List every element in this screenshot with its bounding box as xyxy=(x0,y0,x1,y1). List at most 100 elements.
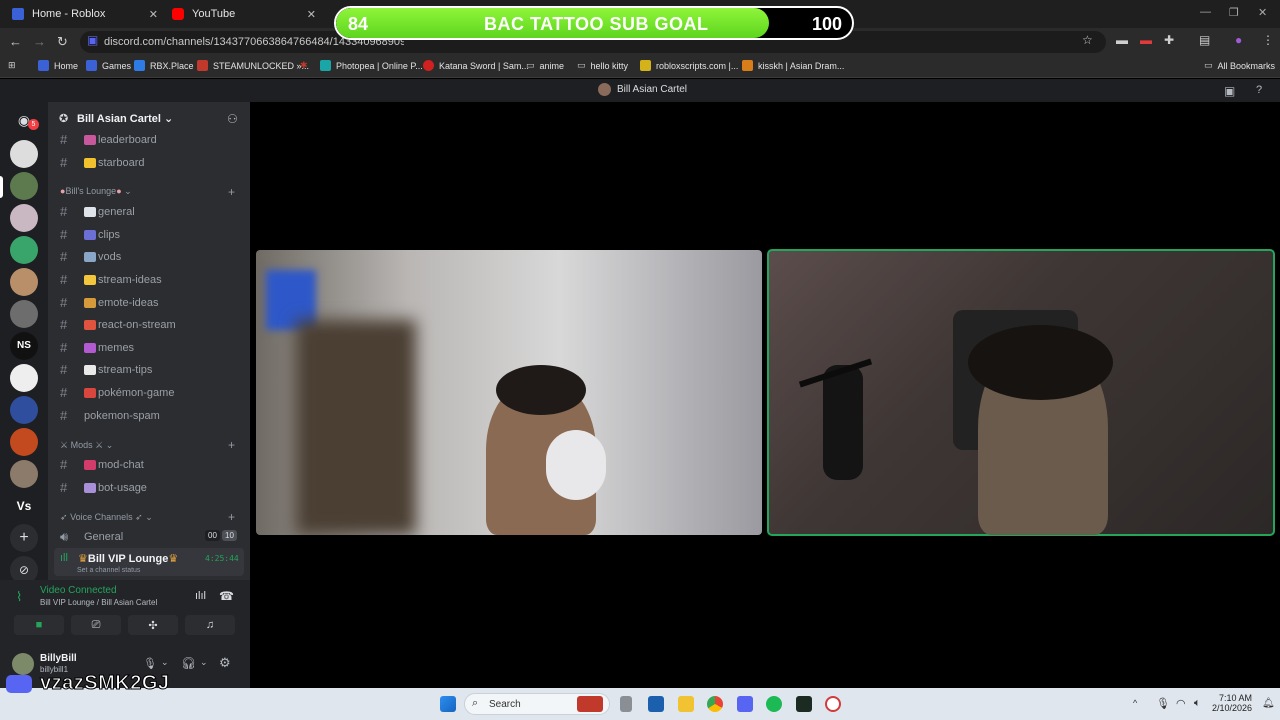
server-icon[interactable] xyxy=(10,268,38,296)
volume-icon[interactable]: 🔈︎ xyxy=(1194,697,1201,710)
bookmark-steamunlocked[interactable]: STEAMUNLOCKED »... xyxy=(197,60,309,71)
microphone-tray-icon[interactable]: 🎙︎ xyxy=(1156,697,1170,710)
create-channel-icon[interactable]: + xyxy=(228,510,235,524)
server-icon[interactable] xyxy=(10,460,38,488)
extension-red-icon[interactable]: ▬ xyxy=(1140,33,1152,47)
channel-emote-ideas[interactable]: # emote-ideas xyxy=(60,295,159,310)
settings-gear-icon[interactable]: ⚙ xyxy=(219,655,231,671)
close-tab-icon[interactable]: ✕ xyxy=(149,8,158,21)
taskbar-clock[interactable]: 7:10 AM 2/10/2026 xyxy=(1212,693,1252,713)
chevron-down-icon[interactable]: ⌄ xyxy=(200,657,208,668)
reading-list-icon[interactable]: ▤ xyxy=(1199,33,1210,47)
profile-avatar-icon[interactable]: ● xyxy=(1235,33,1242,47)
channel-pokemon-spam[interactable]: # pokemon-spam xyxy=(60,408,160,423)
bookmark-kisskh[interactable]: kisskh | Asian Dram... xyxy=(742,60,844,71)
server-icon[interactable] xyxy=(10,428,38,456)
chrome-icon[interactable] xyxy=(707,696,723,712)
server-icon[interactable] xyxy=(10,172,38,200)
activities-button[interactable]: ✣ xyxy=(128,615,178,635)
server-name[interactable]: Bill Asian Cartel ⌄ xyxy=(77,112,173,125)
apps-grid-icon[interactable]: ⊞ xyxy=(8,60,16,71)
close-tab-icon[interactable]: ✕ xyxy=(307,8,316,21)
invite-people-icon[interactable]: ⚇ xyxy=(227,112,238,126)
menu-icon[interactable]: ⋮ xyxy=(1262,33,1274,47)
screen-share-button[interactable]: ⎚ xyxy=(71,615,121,635)
channel-status-prompt[interactable]: Set a channel status xyxy=(77,567,140,574)
server-icon-ns[interactable]: NS xyxy=(10,332,38,360)
bookmark-star-icon[interactable]: ☆ xyxy=(1082,33,1093,47)
extensions-puzzle-icon[interactable]: ✚ xyxy=(1164,33,1174,47)
bookmark-games[interactable]: Games xyxy=(86,60,131,71)
windows-start-icon[interactable] xyxy=(440,696,456,712)
app-icon[interactable] xyxy=(796,696,812,712)
back-icon[interactable]: ← xyxy=(9,34,22,49)
bookmark-photopea[interactable]: Photopea | Online P... xyxy=(320,60,423,71)
video-tile-participant-1[interactable] xyxy=(256,250,762,535)
connection-status[interactable]: Video Connected xyxy=(40,585,117,596)
create-channel-icon[interactable]: + xyxy=(228,438,235,452)
restore-icon[interactable]: ❐ xyxy=(1229,6,1239,19)
server-icon[interactable] xyxy=(10,204,38,232)
category-voice-channels[interactable]: ➶ Voice Channels ➶ ⌄ xyxy=(60,512,153,523)
server-icon[interactable] xyxy=(10,364,38,392)
server-icon[interactable] xyxy=(10,236,38,264)
file-explorer-icon[interactable] xyxy=(678,696,694,712)
bookmark-rbxplace[interactable]: RBX.Place xyxy=(134,60,194,71)
opera-icon[interactable] xyxy=(825,696,841,712)
microsoft-store-icon[interactable] xyxy=(648,696,664,712)
microphone-icon[interactable]: 🎙︎ xyxy=(143,657,157,670)
channel-react-on-stream[interactable]: # react-on-stream xyxy=(60,317,176,332)
discord-taskbar-icon[interactable] xyxy=(737,696,753,712)
channel-mod-chat[interactable]: # mod-chat xyxy=(60,457,144,472)
chevron-down-icon[interactable]: ⌄ xyxy=(161,657,169,668)
chevron-up-icon[interactable]: ^ xyxy=(1133,698,1137,708)
headphones-icon[interactable]: 🎧︎ xyxy=(181,656,196,670)
channel-stream-ideas[interactable]: # stream-ideas xyxy=(60,272,162,287)
disconnect-icon[interactable]: ☎ xyxy=(219,589,234,603)
task-view-icon[interactable] xyxy=(620,696,632,712)
help-icon[interactable]: ? xyxy=(1256,84,1262,96)
server-icon[interactable] xyxy=(10,300,38,328)
forward-icon[interactable]: → xyxy=(33,34,46,49)
video-tile-participant-2[interactable] xyxy=(767,249,1275,536)
add-server-icon[interactable]: + xyxy=(10,524,38,552)
category-bills-lounge[interactable]: ●Bill's Lounge● ⌄ xyxy=(60,186,132,197)
bookmark-folder-anime[interactable]: ▭ anime xyxy=(526,60,564,71)
channel-general[interactable]: # general xyxy=(60,204,135,219)
bookmark-robloxscripts[interactable]: robloxscripts.com |... xyxy=(640,60,738,71)
spotify-icon[interactable] xyxy=(766,696,782,712)
channel-stream-tips[interactable]: # stream-tips xyxy=(60,362,152,377)
tab-roblox[interactable]: Home - Roblox ✕ xyxy=(4,2,164,26)
server-icon-vs[interactable]: Vs xyxy=(10,492,38,520)
channel-pokemon-game[interactable]: # pokémon-game xyxy=(60,385,174,400)
channel-vods[interactable]: # vods xyxy=(60,249,121,264)
channel-leaderboard[interactable]: # leaderboard xyxy=(60,132,157,147)
tab-youtube[interactable]: YouTube ✕ xyxy=(164,2,322,26)
server-icon[interactable] xyxy=(10,396,38,424)
all-bookmarks[interactable]: ▭ All Bookmarks xyxy=(1204,60,1275,71)
channel-bot-usage[interactable]: # bot-usage xyxy=(60,480,147,495)
bookmark-katana[interactable]: Katana Sword | Sam... xyxy=(423,60,529,71)
site-info-icon[interactable]: ▣ xyxy=(87,33,98,47)
bookmark-folder-hello-kitty[interactable]: ▭ hello kitty xyxy=(577,60,628,71)
channel-memes[interactable]: # memes xyxy=(60,340,134,355)
extension-icon[interactable]: ▬ xyxy=(1116,33,1128,47)
reload-icon[interactable]: ↻ xyxy=(57,34,68,50)
bookmark-home[interactable]: Home xyxy=(38,60,78,71)
close-window-icon[interactable]: ✕ xyxy=(1258,6,1267,19)
category-mods[interactable]: ⚔ Mods ⚔ ⌄ xyxy=(60,440,113,451)
channel-clips[interactable]: # clips xyxy=(60,227,120,242)
soundboard-button[interactable]: ♫ xyxy=(185,615,235,635)
user-display-name[interactable]: BillyBill xyxy=(40,653,77,664)
notification-bell-icon[interactable]: 🔔︎ xyxy=(1262,698,1275,709)
camera-button[interactable]: ■ xyxy=(14,615,64,635)
inbox-icon[interactable]: ▣ xyxy=(1224,84,1235,98)
noise-suppression-icon[interactable]: ılıl xyxy=(195,590,206,602)
channel-starboard[interactable]: # starboard xyxy=(60,155,144,170)
wifi-icon[interactable]: ◠ xyxy=(1176,697,1186,710)
connection-signal-icon[interactable]: ⌇ xyxy=(16,589,22,605)
bookmark-red-icon[interactable]: ✱ xyxy=(300,60,308,71)
server-icon[interactable] xyxy=(10,140,38,168)
create-channel-icon[interactable]: + xyxy=(228,185,235,199)
minimize-icon[interactable]: — xyxy=(1200,6,1211,18)
